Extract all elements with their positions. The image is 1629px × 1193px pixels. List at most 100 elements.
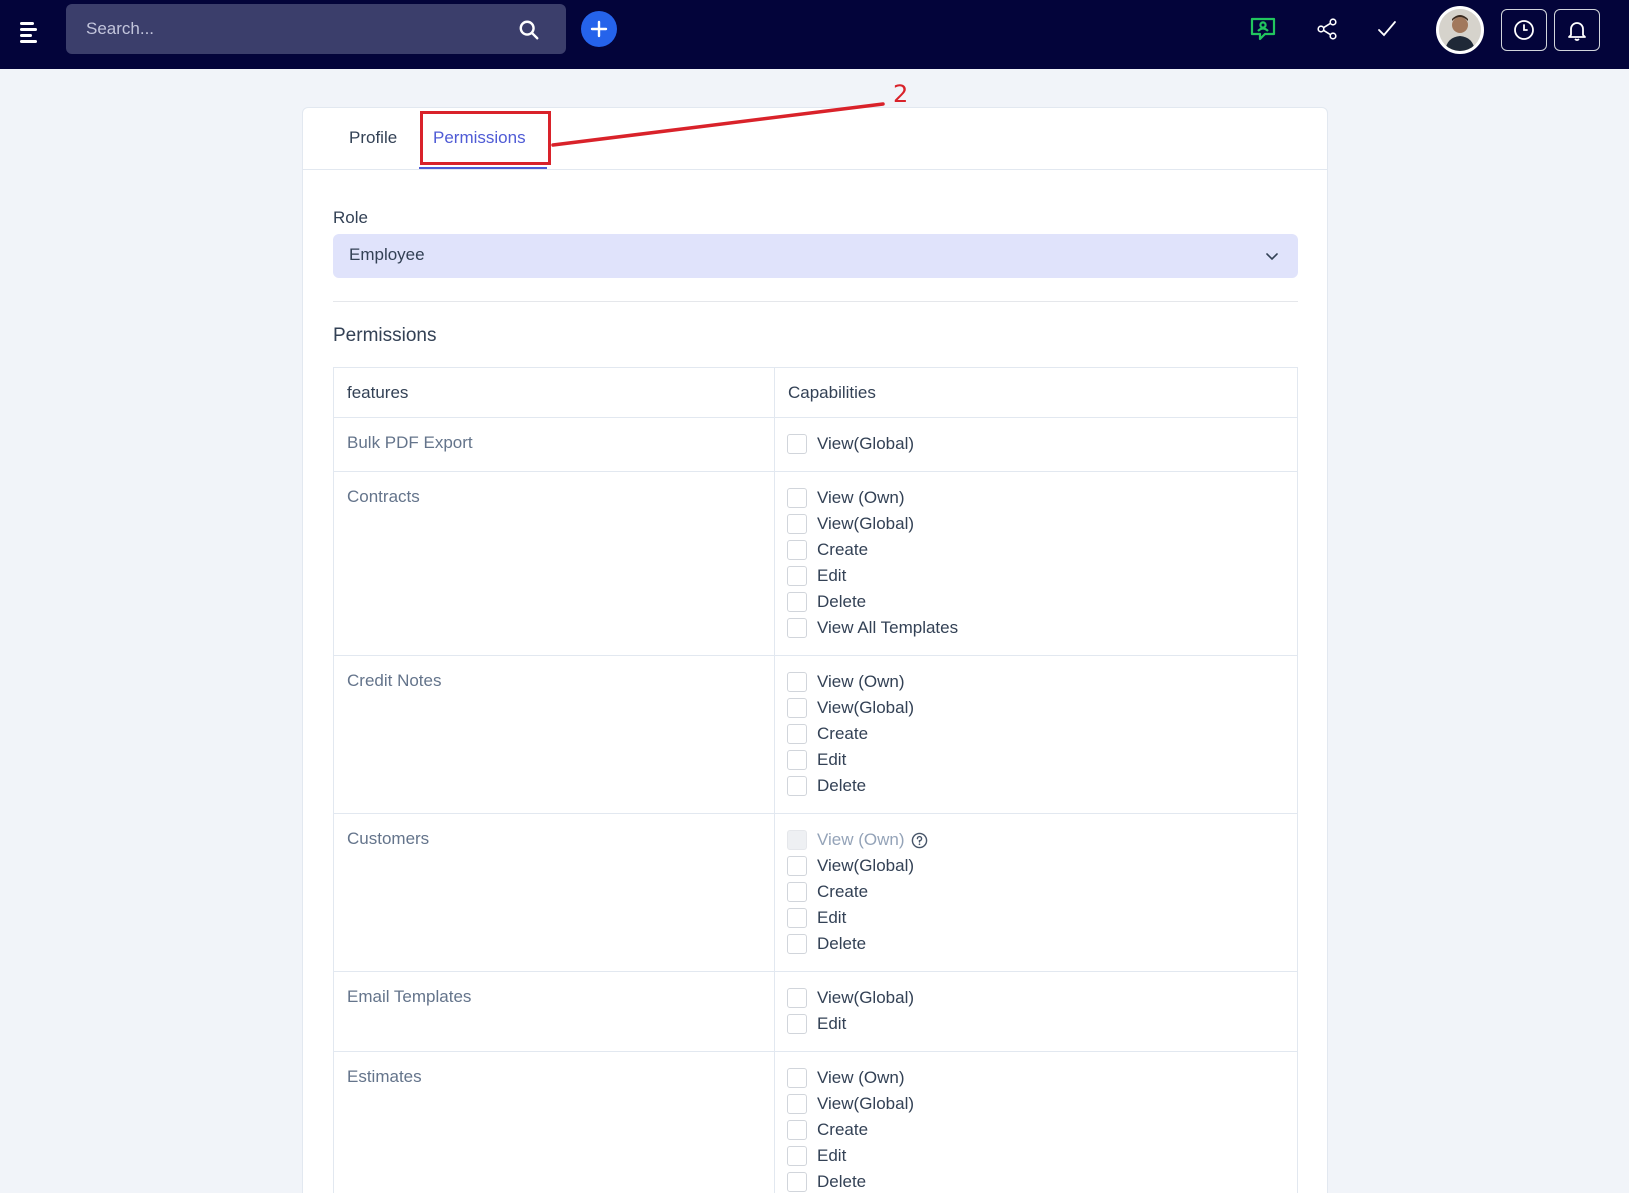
capability-label: View(Global): [817, 1094, 915, 1113]
capability-checkbox[interactable]: [787, 434, 807, 454]
capability-label: View (Own): [817, 1068, 905, 1087]
capability-option[interactable]: Delete: [787, 589, 1285, 615]
capability-option[interactable]: View(Global): [787, 431, 1285, 457]
capability-checkbox[interactable]: [787, 750, 807, 770]
capability-label: Create: [817, 724, 869, 743]
table-header-row: features Capabilities: [333, 367, 1298, 418]
capabilities-cell: View (Own) View(Global) Create Edit Delete: [774, 813, 1298, 972]
capability-label: Create: [817, 1120, 869, 1139]
capability-option[interactable]: Edit: [787, 747, 1285, 773]
capability-option[interactable]: View(Global): [787, 511, 1285, 537]
capability-option[interactable]: View(Global): [787, 853, 1285, 879]
capability-checkbox[interactable]: [787, 988, 807, 1008]
capability-option[interactable]: Create: [787, 537, 1285, 563]
capability-checkbox[interactable]: [787, 1120, 807, 1140]
chevron-down-icon: [1266, 253, 1278, 261]
capability-label: View (Own): [817, 830, 905, 849]
capability-label: Edit: [817, 750, 847, 769]
capability-label: View(Global): [817, 514, 915, 533]
capability-checkbox[interactable]: [787, 882, 807, 902]
capability-checkbox[interactable]: [787, 698, 807, 718]
table-row: Customers View (Own) View(Global) Create Edi…: [333, 813, 1298, 972]
capabilities-cell: View(Global) Edit: [774, 971, 1298, 1052]
capability-checkbox[interactable]: [787, 1014, 807, 1034]
divider: [333, 301, 1298, 302]
capability-label: Edit: [817, 1146, 847, 1165]
feature-name: Credit Notes: [333, 655, 775, 814]
capability-label: Delete: [817, 1172, 867, 1191]
capability-checkbox[interactable]: [787, 908, 807, 928]
capability-checkbox[interactable]: [787, 1068, 807, 1088]
table-row: Bulk PDF Export View(Global): [333, 417, 1298, 472]
capability-label: View (Own): [817, 672, 905, 691]
role-select[interactable]: Employee: [333, 234, 1298, 278]
features-header: features: [333, 367, 775, 418]
feature-name: Email Templates: [333, 971, 775, 1052]
table-row: Contracts View (Own) View(Global) Create Edi…: [333, 471, 1298, 656]
capability-label: View(Global): [817, 698, 915, 717]
capability-label: Create: [817, 540, 869, 559]
capability-checkbox[interactable]: [787, 1094, 807, 1114]
capability-option[interactable]: View (Own): [787, 669, 1285, 695]
capability-label: View All Templates: [817, 618, 959, 637]
capabilities-cell: View (Own) View(Global) Create Edit Delete Vi…: [774, 471, 1298, 656]
capability-checkbox: [787, 830, 807, 850]
capabilities-header: Capabilities: [774, 367, 1298, 418]
capability-label: Edit: [817, 1014, 847, 1033]
feature-name: Estimates: [333, 1051, 775, 1193]
capability-option[interactable]: View (Own): [787, 1065, 1285, 1091]
table-row: Credit Notes View (Own) View(Global) Create…: [333, 655, 1298, 814]
capability-option[interactable]: Edit: [787, 905, 1285, 931]
role-selected-value: Employee: [349, 245, 425, 264]
capability-option[interactable]: View All Templates: [787, 615, 1285, 641]
help-icon[interactable]: [911, 832, 928, 849]
capability-option[interactable]: Edit: [787, 1011, 1285, 1037]
capability-label: Create: [817, 882, 869, 901]
permissions-heading: Permissions: [333, 325, 437, 346]
capability-option[interactable]: Create: [787, 879, 1285, 905]
capability-checkbox[interactable]: [787, 1172, 807, 1192]
capabilities-cell: View (Own) View(Global) Create Edit Delete: [774, 655, 1298, 814]
capability-checkbox[interactable]: [787, 514, 807, 534]
capability-option[interactable]: Delete: [787, 773, 1285, 799]
capability-checkbox[interactable]: [787, 1146, 807, 1166]
capability-label: Edit: [817, 908, 847, 927]
capability-checkbox[interactable]: [787, 776, 807, 796]
capability-label: Delete: [817, 592, 867, 611]
capability-option[interactable]: View(Global): [787, 695, 1285, 721]
capability-checkbox[interactable]: [787, 724, 807, 744]
capability-option[interactable]: Delete: [787, 1169, 1285, 1193]
annotation-arrow-line: [551, 102, 885, 147]
capability-option[interactable]: View (Own): [787, 485, 1285, 511]
capability-option[interactable]: Edit: [787, 563, 1285, 589]
capability-option[interactable]: View(Global): [787, 1091, 1285, 1117]
capability-option[interactable]: Create: [787, 721, 1285, 747]
capability-label: Delete: [817, 776, 867, 795]
capability-checkbox[interactable]: [787, 592, 807, 612]
capability-checkbox[interactable]: [787, 540, 807, 560]
capability-label: View (Own): [817, 488, 905, 507]
capability-checkbox[interactable]: [787, 672, 807, 692]
capability-checkbox[interactable]: [787, 856, 807, 876]
capability-label: View(Global): [817, 434, 915, 453]
capability-checkbox[interactable]: [787, 488, 807, 508]
capability-option[interactable]: View(Global): [787, 985, 1285, 1011]
capability-label: Edit: [817, 566, 847, 585]
capability-option[interactable]: Edit: [787, 1143, 1285, 1169]
capability-option[interactable]: Delete: [787, 931, 1285, 957]
capability-option: View (Own): [787, 827, 1285, 853]
feature-name: Contracts: [333, 471, 775, 656]
capabilities-cell: View(Global): [774, 417, 1298, 472]
capability-checkbox[interactable]: [787, 934, 807, 954]
capability-checkbox[interactable]: [787, 618, 807, 638]
feature-name: Bulk PDF Export: [333, 417, 775, 472]
capability-checkbox[interactable]: [787, 566, 807, 586]
capability-label: View(Global): [817, 988, 915, 1007]
role-label: Role: [333, 208, 368, 227]
capabilities-cell: View (Own) View(Global) Create Edit Delete: [774, 1051, 1298, 1193]
staff-card: Profile Permissions Role Employee Permis…: [302, 107, 1328, 1193]
capability-label: Delete: [817, 934, 867, 953]
permissions-table: features Capabilities Bulk PDF Export Vie…: [333, 367, 1298, 1193]
capability-label: View(Global): [817, 856, 915, 875]
capability-option[interactable]: Create: [787, 1117, 1285, 1143]
